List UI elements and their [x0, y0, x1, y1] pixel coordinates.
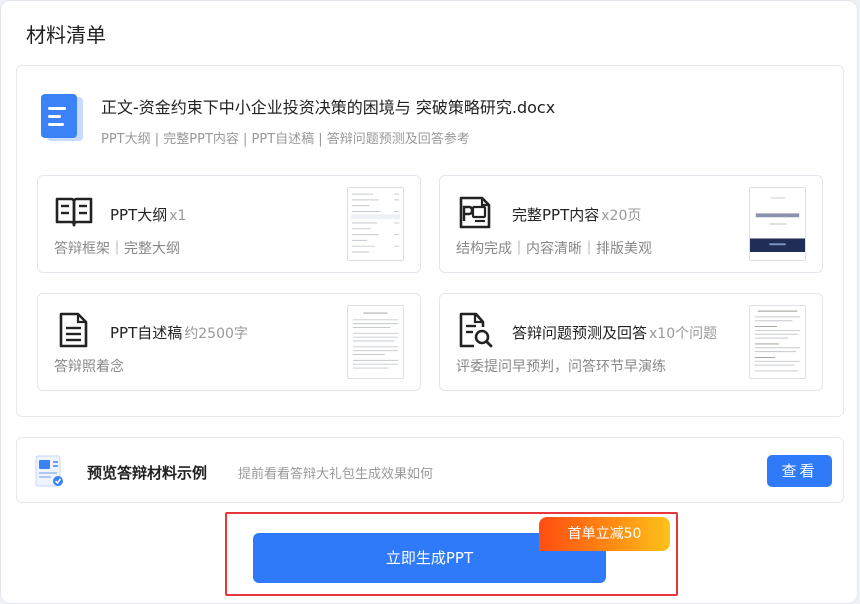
- materials-list: 正文-资金约束下中小企业投资决策的困境与 突破策略研究.docx PPT大纲 |…: [16, 65, 844, 417]
- document-lines-icon: [59, 312, 88, 348]
- preview-title: 预览答辩材料示例: [87, 464, 208, 482]
- card-title: PPT大纲 x1: [110, 206, 187, 224]
- card-title: PPT自述稿 约2500字: [110, 324, 248, 342]
- view-button[interactable]: 查看: [767, 455, 832, 487]
- word-doc-icon: [41, 94, 83, 141]
- material-card-script[interactable]: PPT自述稿 约2500字 答辩照着念: [37, 293, 421, 391]
- book-icon: [55, 197, 93, 227]
- document-filename: 正文-资金约束下中小企业投资决策的困境与 突破策略研究.docx: [101, 98, 556, 117]
- ppt-file-icon: [459, 196, 491, 229]
- ppt-cover-thumbnail: [749, 187, 806, 261]
- outline-thumbnail: [347, 187, 404, 261]
- preview-examples-bar: 预览答辩材料示例 提前看看答辩大礼包生成效果如何 查看: [16, 437, 844, 503]
- card-quantity: x20页: [601, 208, 642, 224]
- card-description: 结构完成｜内容清晰｜排版美观: [456, 241, 652, 257]
- card-quantity: x10个问题: [649, 326, 718, 342]
- material-card-full-ppt[interactable]: 完整PPT内容 x20页 结构完成｜内容清晰｜排版美观: [439, 175, 823, 273]
- card-quantity: 约2500字: [184, 326, 248, 342]
- card-title: 完整PPT内容 x20页: [512, 206, 642, 224]
- document-tags: PPT大纲 | 完整PPT内容 | PPT自述稿 | 答辩问题预测及回答参考: [101, 132, 470, 147]
- material-card-qa[interactable]: 答辩问题预测及回答 x10个问题 评委提问早预判，问答环节早演练: [439, 293, 823, 391]
- material-card-outline[interactable]: PPT大纲 x1 答辩框架｜完整大纲: [37, 175, 421, 273]
- preview-doc-icon: [35, 455, 63, 487]
- page-title: 材料清单: [26, 23, 106, 47]
- card-quantity: x1: [169, 208, 187, 224]
- card-description: 评委提问早预判，问答环节早演练: [456, 359, 666, 375]
- card-title: 答辩问题预测及回答 x10个问题: [512, 324, 718, 342]
- first-order-discount-badge: 首单立减50: [539, 517, 670, 551]
- materials-panel: 材料清单 正文-资金约束下中小企业投资决策的困境与 突破策略研究.docx PP…: [0, 0, 858, 604]
- card-description: 答辩照着念: [54, 359, 124, 375]
- card-description: 答辩框架｜完整大纲: [54, 241, 180, 257]
- document-search-icon: [459, 312, 493, 348]
- script-thumbnail: [347, 305, 404, 379]
- preview-subtitle: 提前看看答辩大礼包生成效果如何: [238, 467, 434, 482]
- qa-thumbnail: [749, 305, 806, 379]
